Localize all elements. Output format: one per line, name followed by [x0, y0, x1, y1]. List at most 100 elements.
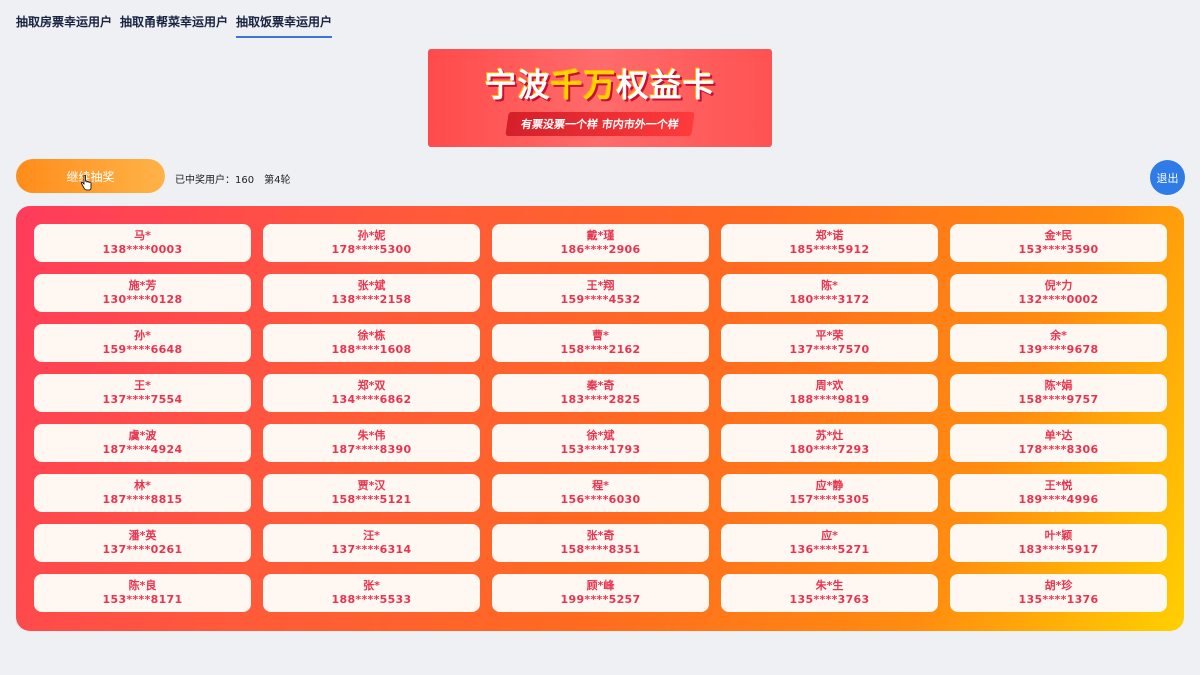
round-text: 第4轮 [264, 175, 291, 186]
winner-phone: 158****5121 [331, 493, 412, 506]
winner-card: 马* 138****0003 [34, 224, 251, 262]
winner-card: 余* 139****9678 [950, 324, 1167, 362]
winner-name: 马* [134, 228, 151, 242]
winner-phone: 186****2906 [560, 243, 641, 256]
winner-card: 王* 137****7554 [34, 374, 251, 412]
winner-phone: 178****5300 [331, 243, 412, 256]
winner-name: 应* [821, 528, 838, 542]
winner-phone: 183****5917 [1018, 543, 1099, 556]
winner-name: 张*奇 [586, 528, 615, 542]
winner-card: 徐*栋 188****1608 [263, 324, 480, 362]
winners-grid: 马* 138****0003 孙*妮 178****5300 戴*瑾 186****290… [34, 224, 1167, 612]
winner-phone: 137****6314 [331, 543, 412, 556]
winner-card: 汪* 137****6314 [263, 524, 480, 562]
winner-card: 叶*颖 183****5917 [950, 524, 1167, 562]
winner-name: 秦*奇 [586, 378, 615, 392]
winner-card: 胡*珍 135****1376 [950, 574, 1167, 612]
winner-phone: 134****6862 [331, 393, 412, 406]
winner-phone: 132****0002 [1018, 293, 1099, 306]
winner-card: 张*奇 158****8351 [492, 524, 709, 562]
winner-phone: 185****5912 [789, 243, 870, 256]
tab-yongbang-dish[interactable]: 抽取甬帮菜幸运用户 [120, 13, 228, 38]
tab-housing-ticket[interactable]: 抽取房票幸运用户 [16, 13, 112, 38]
winner-phone: 187****8815 [102, 493, 183, 506]
winner-phone: 156****6030 [560, 493, 641, 506]
winner-card: 金*民 153****3590 [950, 224, 1167, 262]
winner-phone: 130****0128 [102, 293, 183, 306]
winner-card: 陈* 180****3172 [721, 274, 938, 312]
winner-card: 潘*英 137****0261 [34, 524, 251, 562]
winner-name: 王*翔 [586, 278, 615, 292]
exit-button[interactable]: 退出 [1150, 160, 1185, 195]
winner-card: 倪*力 132****0002 [950, 274, 1167, 312]
banner-title: 宁波千万权益卡 [484, 60, 715, 106]
winner-name: 程* [592, 478, 609, 492]
winner-phone: 183****2825 [560, 393, 641, 406]
winner-card: 单*达 178****8306 [950, 424, 1167, 462]
winner-name: 孙*妮 [357, 228, 386, 242]
banner-title-highlight: 千万 [550, 66, 617, 104]
winner-card: 周*欢 188****9819 [721, 374, 938, 412]
winner-card: 应* 136****5271 [721, 524, 938, 562]
promo-banner: 宁波千万权益卡 有票没票一个样 市内市外一个样 [428, 49, 772, 147]
winner-phone: 153****8171 [102, 593, 183, 606]
winner-phone: 188****9819 [789, 393, 870, 406]
winner-name: 张* [363, 578, 380, 592]
winner-card: 孙* 159****6648 [34, 324, 251, 362]
banner-title-suffix: 权益卡 [616, 66, 716, 104]
winner-phone: 158****9757 [1018, 393, 1099, 406]
winner-name: 周*欢 [815, 378, 844, 392]
winner-card: 施*芳 130****0128 [34, 274, 251, 312]
winner-phone: 136****5271 [789, 543, 870, 556]
winner-name: 应*静 [815, 478, 844, 492]
winner-card: 虞*波 187****4924 [34, 424, 251, 462]
winner-name: 顾*峰 [586, 578, 615, 592]
winner-phone: 158****8351 [560, 543, 641, 556]
winner-phone: 187****4924 [102, 443, 183, 456]
winner-card: 陈*良 153****8171 [34, 574, 251, 612]
winner-name: 张*斌 [357, 278, 386, 292]
winner-card: 贾*汉 158****5121 [263, 474, 480, 512]
winner-phone: 135****1376 [1018, 593, 1099, 606]
winner-phone: 137****7554 [102, 393, 183, 406]
winner-card: 顾*峰 199****5257 [492, 574, 709, 612]
winner-name: 余* [1050, 328, 1067, 342]
winner-card: 程* 156****6030 [492, 474, 709, 512]
winner-name: 郑*诺 [815, 228, 844, 242]
winner-name: 王* [134, 378, 151, 392]
winner-name: 林* [134, 478, 151, 492]
winner-name: 王*悦 [1044, 478, 1073, 492]
banner-subtitle: 有票没票一个样 市内市外一个样 [505, 112, 695, 136]
tab-bar: 抽取房票幸运用户 抽取甬帮菜幸运用户 抽取饭票幸运用户 [16, 13, 333, 38]
winner-phone: 137****0261 [102, 543, 183, 556]
winner-name: 金*民 [1044, 228, 1073, 242]
draw-status: 已中奖用户：160 第4轮 [175, 171, 290, 186]
winner-phone: 159****6648 [102, 343, 183, 356]
winner-card: 朱*生 135****3763 [721, 574, 938, 612]
winners-count-text: 已中奖用户：160 [175, 175, 255, 186]
winner-name: 郑*双 [357, 378, 386, 392]
winner-card: 陈*娟 158****9757 [950, 374, 1167, 412]
winner-phone: 189****4996 [1018, 493, 1099, 506]
winner-card: 秦*奇 183****2825 [492, 374, 709, 412]
tab-meal-ticket[interactable]: 抽取饭票幸运用户 [236, 13, 333, 38]
winner-card: 张*斌 138****2158 [263, 274, 480, 312]
winner-phone: 178****8306 [1018, 443, 1099, 456]
winner-phone: 199****5257 [560, 593, 641, 606]
winner-card: 曹* 158****2162 [492, 324, 709, 362]
winner-card: 林* 187****8815 [34, 474, 251, 512]
winner-phone: 138****2158 [331, 293, 412, 306]
winner-name: 陈* [821, 278, 838, 292]
winner-phone: 135****3763 [789, 593, 870, 606]
winner-name: 苏*灶 [815, 428, 844, 442]
winner-phone: 157****5305 [789, 493, 870, 506]
winner-phone: 159****4532 [560, 293, 641, 306]
winner-phone: 188****5533 [331, 593, 412, 606]
winner-phone: 153****1793 [560, 443, 641, 456]
winner-card: 郑*诺 185****5912 [721, 224, 938, 262]
winner-card: 戴*瑾 186****2906 [492, 224, 709, 262]
winner-name: 徐*栋 [357, 328, 386, 342]
winners-panel: 马* 138****0003 孙*妮 178****5300 戴*瑾 186****290… [16, 206, 1184, 631]
winner-name: 倪*力 [1044, 278, 1073, 292]
winner-name: 曹* [592, 328, 609, 342]
